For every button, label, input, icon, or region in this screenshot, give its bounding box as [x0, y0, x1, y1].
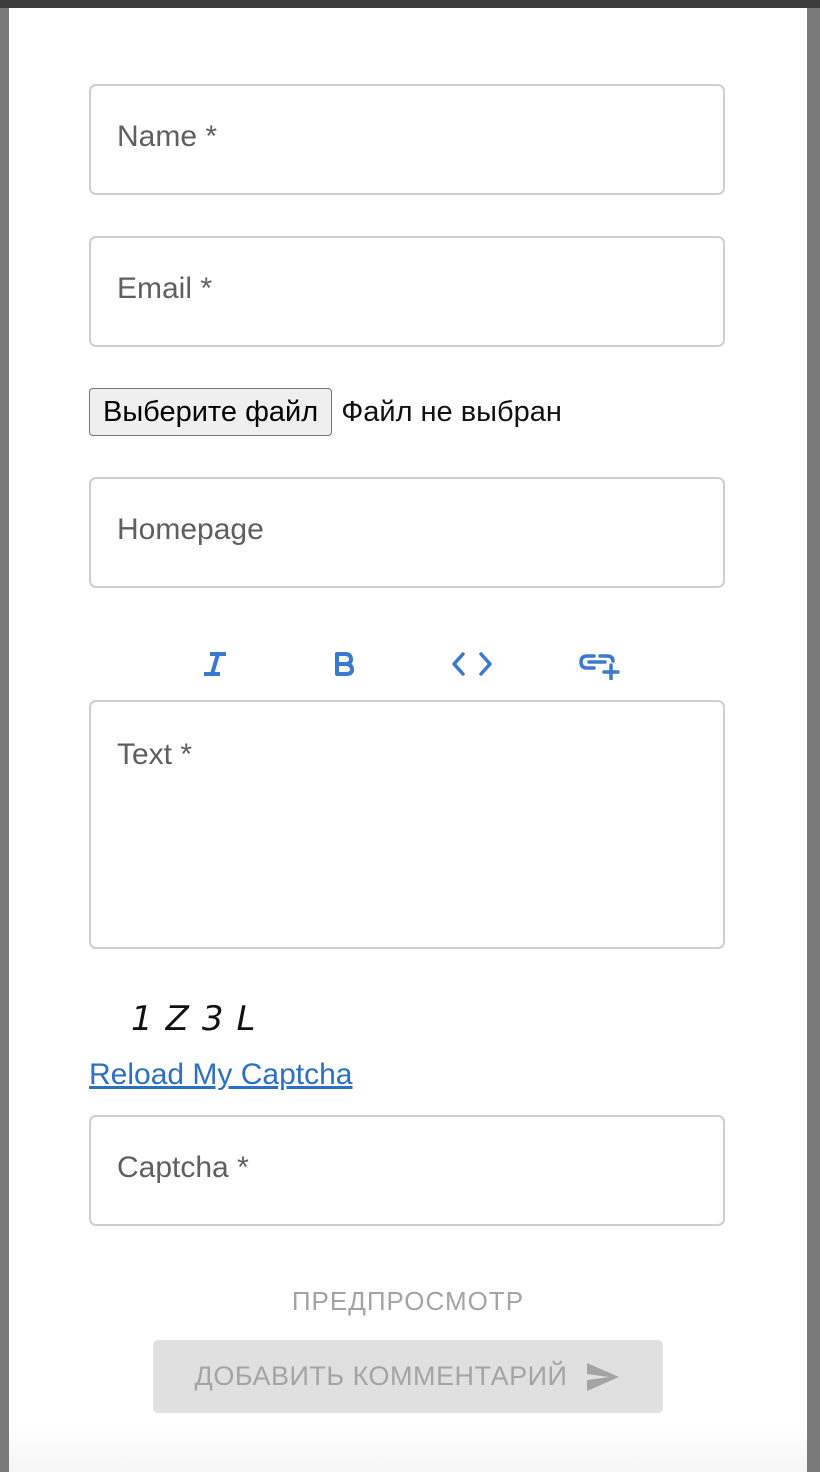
- preview-button[interactable]: ПРЕДПРОСМОТР: [9, 1286, 807, 1317]
- add-link-icon: [579, 654, 620, 680]
- captcha-image: 1Z3L: [131, 999, 269, 1039]
- code-button[interactable]: [448, 644, 496, 684]
- email-field[interactable]: Email *: [89, 236, 725, 347]
- italic-button[interactable]: [191, 644, 239, 684]
- text-area-label: Text *: [117, 738, 193, 771]
- link-button[interactable]: [576, 644, 624, 684]
- name-field[interactable]: Name *: [89, 84, 725, 195]
- window-top-bar: [0, 0, 820, 8]
- add-comment-button[interactable]: ДОБАВИТЬ КОММЕНТАРИЙ: [153, 1340, 663, 1413]
- comment-form-modal: Name * Email * Выберите файл Файл не выб…: [9, 8, 807, 1472]
- italic-icon: [204, 651, 226, 677]
- file-upload: Выберите файл Файл не выбран: [89, 388, 562, 436]
- bold-button[interactable]: [320, 644, 368, 684]
- code-icon: [452, 652, 492, 676]
- text-area[interactable]: Text *: [89, 700, 725, 949]
- svg-text:1Z3L: 1Z3L: [131, 999, 269, 1039]
- add-comment-label: ДОБАВИТЬ КОММЕНТАРИЙ: [194, 1361, 568, 1391]
- email-field-label: Email *: [117, 272, 213, 305]
- bold-icon: [335, 652, 354, 676]
- file-status: Файл не выбран: [341, 395, 562, 428]
- reload-captcha-link[interactable]: Reload My Captcha: [89, 1058, 352, 1092]
- choose-file-button[interactable]: Выберите файл: [89, 388, 333, 436]
- captcha-field-label: Captcha *: [117, 1151, 249, 1184]
- captcha-field[interactable]: Captcha *: [89, 1115, 725, 1226]
- name-field-label: Name *: [117, 120, 218, 153]
- homepage-field[interactable]: Homepage: [89, 477, 725, 588]
- modal-footer-fade: [9, 1422, 807, 1472]
- send-icon: [587, 1362, 620, 1391]
- homepage-field-label: Homepage: [117, 513, 264, 546]
